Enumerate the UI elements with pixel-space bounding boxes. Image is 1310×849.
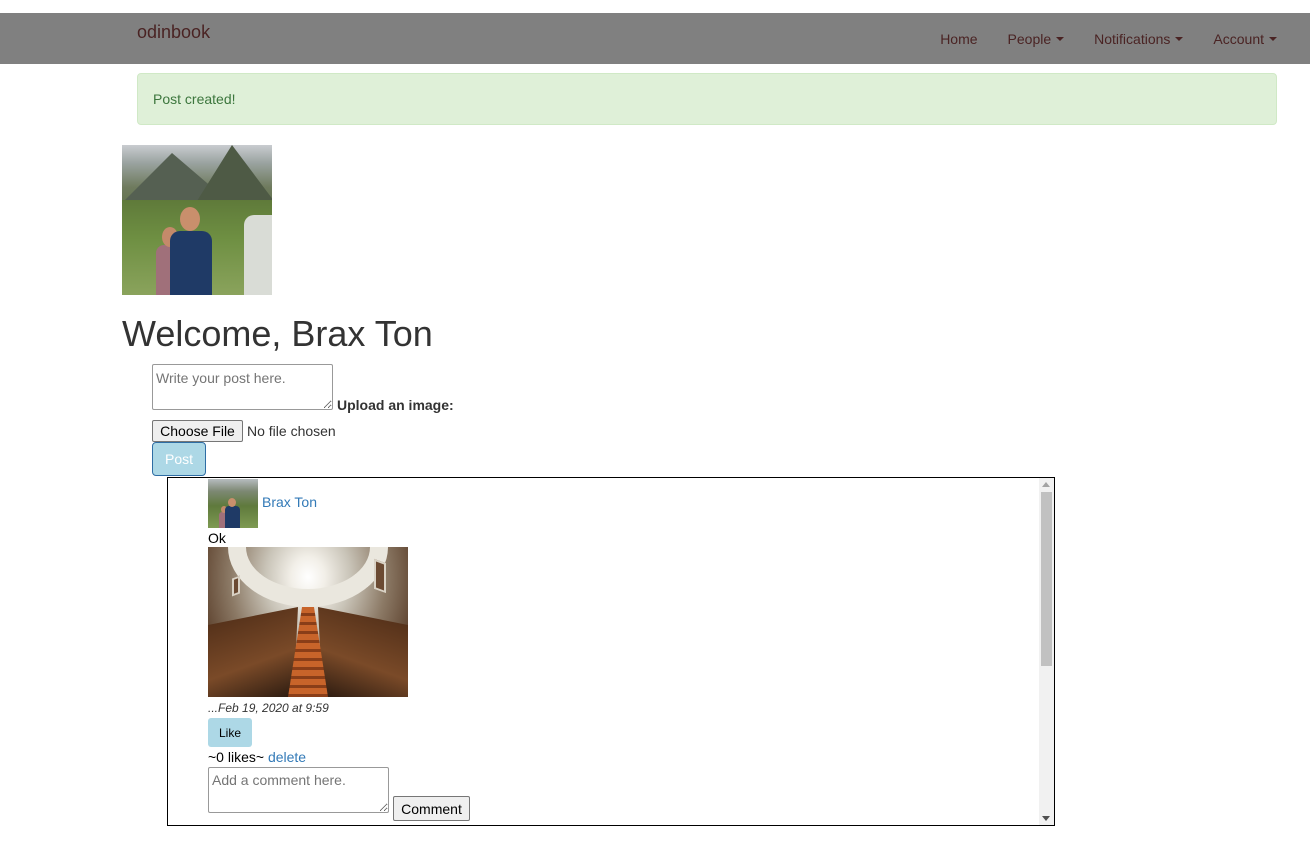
choose-file-button[interactable]: Choose File — [152, 420, 243, 442]
caret-down-icon — [1175, 36, 1184, 41]
nav-home-label: Home — [940, 30, 978, 47]
person-head-shape — [180, 207, 200, 231]
post-image — [208, 547, 408, 697]
scroll-down-arrow-icon[interactable] — [1042, 816, 1050, 821]
post-timestamp: ...Feb 19, 2020 at 9:59 — [208, 701, 329, 715]
nav-account-label: Account — [1213, 30, 1264, 47]
scrollbar-thumb[interactable] — [1041, 492, 1052, 666]
scroll-up-arrow-icon[interactable] — [1042, 482, 1050, 487]
person-shape — [225, 506, 240, 528]
nav-notifications-dropdown[interactable]: Notifications — [1079, 14, 1198, 64]
nav-people-dropdown[interactable]: People — [993, 14, 1080, 64]
comment-button[interactable]: Comment — [393, 796, 470, 821]
nav-account-dropdown[interactable]: Account — [1198, 14, 1289, 64]
profile-picture — [122, 145, 272, 295]
person-head-shape — [228, 498, 236, 507]
post-button[interactable]: Post — [152, 442, 206, 476]
tunnel-arch-shape — [228, 547, 388, 607]
post-textarea[interactable] — [152, 364, 333, 410]
author-link[interactable]: Brax Ton — [262, 494, 317, 510]
caret-down-icon — [1056, 36, 1065, 41]
nav-notifications-label: Notifications — [1094, 30, 1171, 47]
delete-post-link[interactable]: delete — [268, 749, 306, 765]
wall-frame-shape — [374, 558, 386, 594]
nav-people-label: People — [1007, 30, 1052, 47]
upload-image-label: Upload an image: — [337, 397, 454, 413]
feed-scrollbar[interactable] — [1039, 478, 1054, 825]
wall-frame-shape — [232, 575, 240, 597]
caret-down-icon — [1269, 36, 1277, 41]
welcome-heading: Welcome, Brax Ton — [122, 313, 433, 354]
brand-link[interactable]: odinbook — [137, 22, 210, 43]
post-text: Ok — [208, 530, 226, 546]
likes-row: ~0 likes~ delete — [208, 749, 306, 765]
comment-textarea[interactable] — [208, 767, 389, 813]
nav-links: Home People Notifications Account — [925, 13, 1289, 64]
person-shape — [170, 231, 212, 295]
author-avatar[interactable] — [208, 479, 258, 528]
escalator-rail-shape — [318, 607, 408, 697]
success-alert: Post created! — [137, 73, 1277, 125]
file-status-text: No file chosen — [247, 423, 336, 439]
escalator-rail-shape — [208, 607, 298, 697]
nav-home-link[interactable]: Home — [925, 14, 992, 64]
like-button[interactable]: Like — [208, 718, 252, 747]
likes-count: ~0 likes~ — [208, 749, 268, 765]
alert-text: Post created! — [153, 91, 236, 107]
rock-shape — [244, 215, 272, 295]
posts-feed[interactable]: Brax Ton Ok ...Feb 19, 2020 at 9:59 Like… — [167, 477, 1055, 826]
navbar: odinbook Home People Notifications Accou… — [0, 13, 1310, 64]
